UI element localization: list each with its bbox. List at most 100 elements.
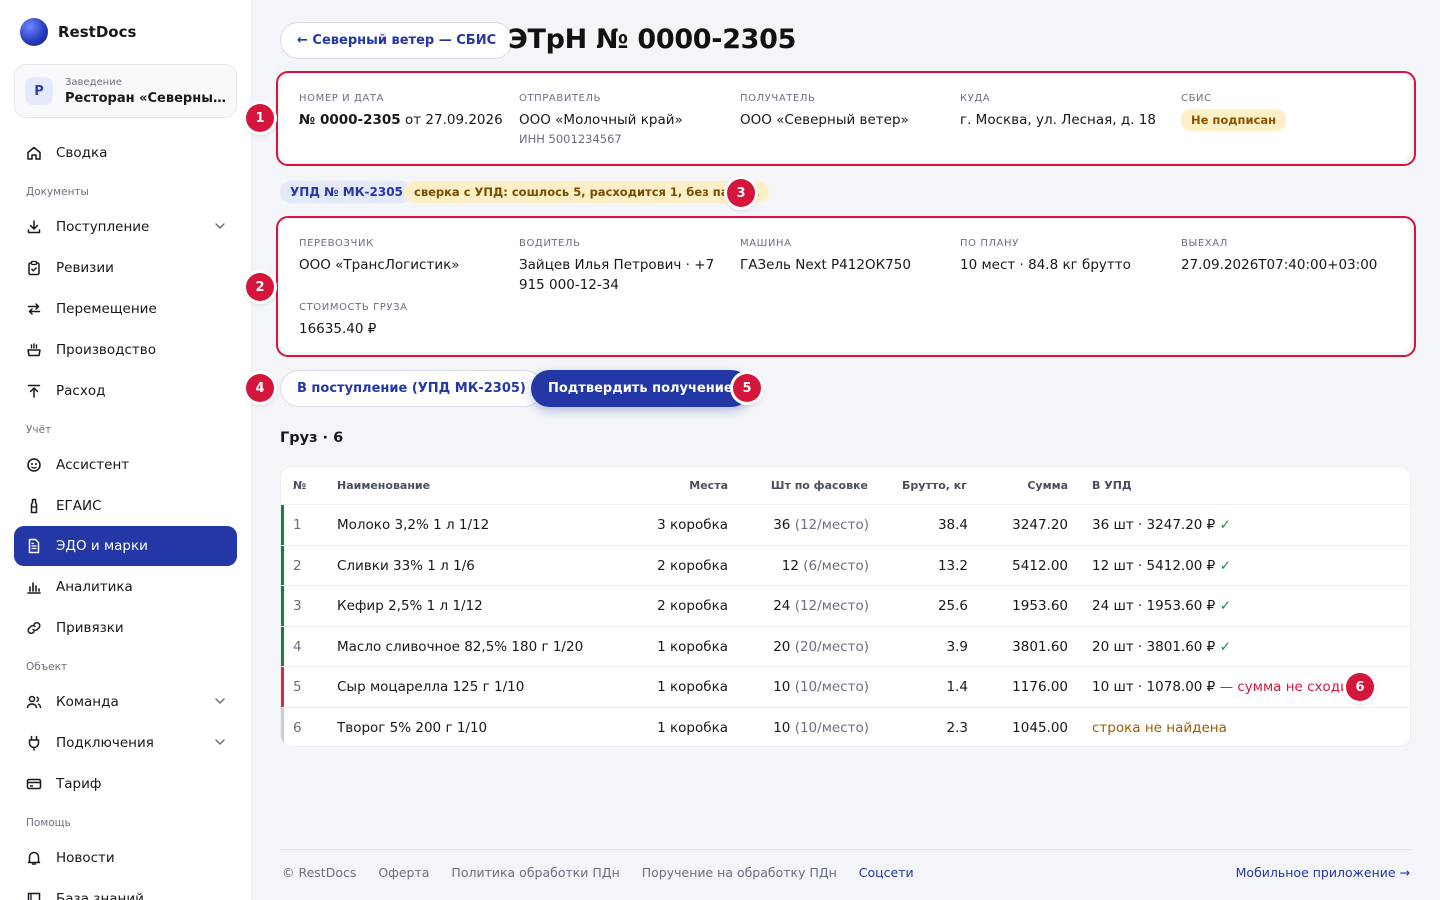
qty-per-place: (10/место) xyxy=(794,679,869,695)
cell-places: 2 коробка xyxy=(657,557,728,574)
footer-social-link[interactable]: Соцсети xyxy=(859,865,914,880)
qty-per-place: (10/место) xyxy=(794,719,869,736)
plug-icon xyxy=(26,735,42,751)
vehicle-field: Машина ГАЗель Next Р412ОК750 xyxy=(740,238,911,275)
table-row[interactable]: 5 Сыр моцарелла 125 г 1/10 1 коробка 10 (10… xyxy=(281,667,1410,708)
footer-assignment-link[interactable]: Поручение на обработку ПДн xyxy=(642,865,837,880)
sidebar-item-16[interactable]: Тариф xyxy=(14,763,237,804)
cell-sum: 3801.60 xyxy=(1012,638,1068,655)
cell-number: 1 xyxy=(293,517,302,533)
sidebar-item-10[interactable]: ЭДО и марки xyxy=(14,526,237,566)
cell-gross: 13.2 xyxy=(937,557,968,574)
carrier-label: Перевозчик xyxy=(299,238,374,249)
table-row[interactable]: 6 Творог 5% 200 г 1/10 1 коробка 10 (10/мес… xyxy=(281,707,1410,746)
cell-name: Молоко 3,2% 1 л 1/12 xyxy=(337,517,490,533)
sidebar-item-label: База знаний xyxy=(56,890,144,900)
marker-6: 6 xyxy=(1346,673,1374,701)
sidebar-item-label: Команда xyxy=(56,693,119,710)
cell-name: Сыр моцарелла 125 г 1/10 xyxy=(337,679,525,695)
sidebar-item-0[interactable]: Сводка xyxy=(14,132,237,173)
sidebar-item-label: Расход xyxy=(56,382,106,399)
upd-status-note: строка не найдена xyxy=(1092,719,1227,736)
brand[interactable]: RestDocs xyxy=(20,18,136,46)
table-row[interactable]: 2 Сливки 33% 1 л 1/6 2 коробка 12 (6/место)… xyxy=(281,545,1410,586)
document-info-card: Номер и дата № 0000-2305 от 27.09.2026 О… xyxy=(280,74,1411,162)
carrier-field: Перевозчик ООО «ТрансЛогистик» xyxy=(299,238,460,275)
row-status-bar xyxy=(281,586,284,626)
sidebar-item-18[interactable]: Новости xyxy=(14,837,237,878)
sbis-label: СБИС xyxy=(1181,93,1212,104)
qty-per-place: (20/место) xyxy=(794,638,869,655)
cell-sum: 1176.00 xyxy=(1012,679,1068,695)
receiver-value: ООО «Северный ветер» xyxy=(740,112,909,128)
chevron-down-icon[interactable] xyxy=(213,735,227,749)
sidebar-item-5[interactable]: Производство xyxy=(14,329,237,370)
table-row[interactable]: 4 Масло сливочное 82,5% 180 г 1/20 1 короб… xyxy=(281,626,1410,667)
confirm-receipt-button[interactable]: Подтвердить получение xyxy=(531,370,750,407)
cell-qty: 10 (10/место) xyxy=(773,679,869,695)
cell-places: 1 коробка xyxy=(657,679,728,695)
cell-qty: 36 (12/место) xyxy=(773,517,869,533)
qty-value: 20 xyxy=(773,638,791,655)
row-status-bar xyxy=(281,707,284,746)
upd-tag[interactable]: УПД № МК-2305 xyxy=(280,181,413,203)
bell-icon xyxy=(26,850,42,866)
brand-logo xyxy=(20,18,48,46)
doc-number-label: Номер и дата xyxy=(299,93,385,104)
upd-status-note: ✓ xyxy=(1215,598,1231,614)
cell-number: 5 xyxy=(293,679,302,695)
table-row[interactable]: 3 Кефир 2,5% 1 л 1/12 2 коробка 24 (12/мест… xyxy=(281,586,1410,627)
venue-avatar: Р xyxy=(25,77,53,105)
cell-number: 2 xyxy=(293,557,302,574)
cell-name: Сливки 33% 1 л 1/6 xyxy=(337,557,475,574)
upd-value: 24 шт · 1953.60 ₽ xyxy=(1092,598,1216,614)
venue-selector[interactable]: Р Заведение Ресторан «Северный ветер» xyxy=(14,64,237,118)
marker-5: 5 xyxy=(733,374,761,402)
sidebar-item-2[interactable]: Поступление xyxy=(14,206,237,247)
home-icon xyxy=(26,145,42,161)
sidebar-item-4[interactable]: Перемещение xyxy=(14,288,237,329)
vehicle-value: ГАЗель Next Р412ОК750 xyxy=(740,257,911,273)
cell-name: Кефир 2,5% 1 л 1/12 xyxy=(337,598,483,614)
plan-label: По плану xyxy=(960,238,1019,249)
sender-value: ООО «Молочный край» xyxy=(519,112,683,128)
carrier-value: ООО «ТрансЛогистик» xyxy=(299,257,460,273)
sidebar-item-14[interactable]: Команда xyxy=(14,681,237,722)
nav-section-label: Помощь xyxy=(26,817,71,829)
table-row[interactable]: 1 Молоко 3,2% 1 л 1/12 3 коробка 36 (12/мес… xyxy=(281,505,1410,546)
mobile-app-link[interactable]: Мобильное приложение → xyxy=(1236,865,1410,880)
marker-2: 2 xyxy=(246,273,274,301)
sidebar-item-8[interactable]: Ассистент xyxy=(14,444,237,485)
cell-sum: 1953.60 xyxy=(1012,598,1068,614)
chevron-down-icon[interactable] xyxy=(213,219,227,233)
sidebar-item-label: Ревизии xyxy=(56,259,114,276)
row-status-bar xyxy=(281,505,284,545)
sidebar-item-6[interactable]: Расход xyxy=(14,370,237,411)
sidebar-item-label: Перемещение xyxy=(56,300,157,317)
footer-privacy-link[interactable]: Политика обработки ПДн xyxy=(451,865,619,880)
venue-text: Заведение Ресторан «Северный ветер» xyxy=(65,77,226,106)
sidebar-item-11[interactable]: Аналитика xyxy=(14,566,237,607)
cell-sum: 5412.00 xyxy=(1012,557,1068,574)
sidebar-item-12[interactable]: Привязки xyxy=(14,607,237,648)
sidebar-item-3[interactable]: Ревизии xyxy=(14,247,237,288)
sidebar-item-15[interactable]: Подключения xyxy=(14,722,237,763)
upd-value: 10 шт · 1078.00 ₽ xyxy=(1092,679,1216,695)
sidebar-item-label: Тариф xyxy=(56,775,102,792)
qty-value: 12 xyxy=(781,557,799,574)
marker-1: 1 xyxy=(246,104,274,132)
doc-number-bold: № 0000-2305 xyxy=(299,112,401,128)
back-button[interactable]: ← Северный ветер — СБИС xyxy=(280,22,514,59)
sbis-status-badge: Не подписан xyxy=(1181,109,1287,131)
chevron-down-icon[interactable] xyxy=(213,694,227,708)
sidebar-item-9[interactable]: ЕГАИС xyxy=(14,485,237,526)
sidebar-item-19[interactable]: База знаний xyxy=(14,878,237,900)
main-content: ← Северный ветер — СБИС ЭТрН № 0000-2305… xyxy=(246,0,1440,900)
nav-section-label: Объект xyxy=(26,661,68,673)
cell-number: 6 xyxy=(293,719,302,736)
to-receipt-button[interactable]: В поступление (УПД МК-2305) xyxy=(280,370,543,407)
footer-divider xyxy=(280,849,1411,850)
footer-offer-link[interactable]: Оферта xyxy=(378,865,429,880)
sidebar-item-label: Аналитика xyxy=(56,578,133,595)
qty-value: 24 xyxy=(773,598,791,614)
